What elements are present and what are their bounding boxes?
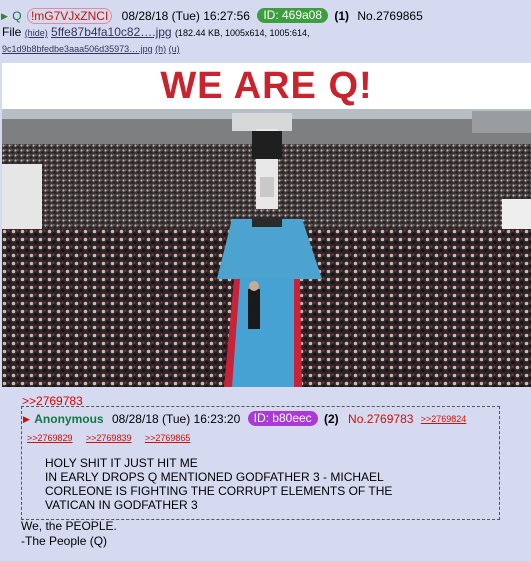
file-meta: (182.44 KB, 1005x614, 1005:614, [174,28,310,38]
post-image[interactable]: WE ARE Q! [2,63,531,387]
file-h-link[interactable]: (h) [155,44,166,54]
file-label: File [2,25,22,39]
body-line: -The People (Q) [21,534,108,548]
backlink[interactable]: >>2769865 [145,433,191,443]
body-line: IN EARLY DROPS Q MENTIONED GODFATHER 3 -… [45,470,384,484]
body-line: We, the PEOPLE. [21,519,117,533]
quoted-poster-id-badge[interactable]: ID: b80eec [247,411,318,427]
quoted-post-number[interactable]: No.2769783 [348,411,413,427]
poster-name: Q [12,8,22,23]
quoted-post-header: ▶ Anonymous 08/28/18 (Tue) 16:23:20 ID: … [22,410,466,427]
quoted-poster-name: Anonymous [34,411,104,426]
tripcode-badge[interactable]: !mG7VJxZNCI [26,7,113,24]
inline-quoted-post: ▶ Anonymous 08/28/18 (Tue) 16:23:20 ID: … [21,406,500,520]
hide-file-link[interactable]: (hide) [25,28,48,38]
post-header: ▶ Q !mG7VJxZNCI 08/28/18 (Tue) 16:27:56 … [1,7,423,24]
backlink[interactable]: >>2769839 [86,433,132,443]
backlink[interactable]: >>2769829 [27,433,73,443]
file-info: File (hide) 5ffe87b4fa10c82….jpg (182.44… [2,25,310,40]
image-banner-title: WE ARE Q! [160,65,373,107]
body-line: CORLEONE IS FIGHTING THE CORRUPT ELEMENT… [45,484,393,498]
file-name-link[interactable]: 5ffe87b4fa10c82….jpg [51,25,172,39]
file-u-link[interactable]: (u) [169,44,180,54]
quoted-post-date: 08/28/18 (Tue) 16:23:20 [111,411,241,426]
poster-id-count: (1) [334,8,350,23]
crowd-photo [2,109,531,387]
expand-arrow-icon[interactable]: ▶ [23,411,30,427]
body-line: HOLY SHIT IT JUST HIT ME [45,456,198,470]
original-file-name-link[interactable]: 9c1d9b8bfedbe3aaa506d35973….jpg [2,44,153,54]
backlink[interactable]: >>2769824 [421,411,467,427]
backlinks-row: >>2769829 >>2769839 >>2769865 [27,430,200,444]
post-date: 08/28/18 (Tue) 16:27:56 [121,8,250,23]
post-number[interactable]: No.2769865 [357,8,422,24]
quoted-post-body: HOLY SHIT IT JUST HIT ME IN EARLY DROPS … [45,456,485,512]
post-body: We, the PEOPLE. -The People (Q) [21,519,117,549]
file-info-line2: 9c1d9b8bfedbe3aaa506d35973….jpg (h) (u) [2,43,180,55]
tripcode: !mG7VJxZNCI [30,8,109,23]
poster-id-badge[interactable]: ID: 469a08 [257,8,329,24]
body-line: VATICAN IN GODFATHER 3 [45,498,198,512]
expand-arrow-icon[interactable]: ▶ [1,8,8,24]
quoted-poster-id-count: (2) [324,411,339,426]
